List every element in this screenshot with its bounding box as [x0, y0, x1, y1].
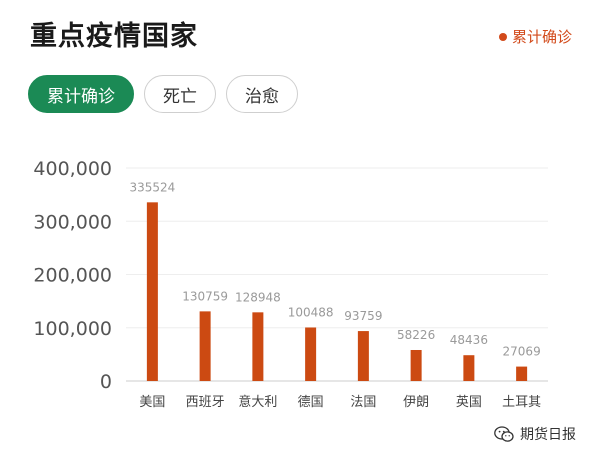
data-label: 58226: [397, 328, 435, 342]
wechat-icon: [494, 425, 514, 442]
y-tick-label: 200,000: [33, 265, 112, 287]
bar-chart: 0 100,000 200,000 300,000 400,000 335524 美国 130…: [33, 158, 548, 410]
watermark: 期货日报: [494, 424, 576, 444]
bar: [252, 312, 264, 381]
x-tick-label: 德国: [298, 395, 324, 410]
bar: [516, 366, 528, 381]
x-tick-label: 土耳其: [502, 395, 541, 410]
y-tick-label: 0: [100, 371, 112, 393]
watermark-text: 期货日报: [520, 427, 576, 443]
data-label: 130759: [182, 289, 228, 303]
bar: [305, 327, 317, 381]
x-tick-label: 美国: [139, 395, 165, 410]
bar: [146, 202, 158, 381]
bar: [199, 311, 211, 381]
x-tick-label: 伊朗: [403, 395, 429, 410]
data-label: 335524: [129, 180, 175, 194]
data-label: 128948: [235, 290, 281, 304]
x-tick-label: 英国: [456, 395, 482, 410]
x-tick-label: 西班牙: [186, 395, 225, 410]
y-tick-label: 400,000: [33, 158, 112, 180]
x-tick-label: 法国: [350, 395, 376, 410]
data-label: 48436: [450, 333, 488, 347]
x-tick-label: 意大利: [238, 394, 277, 410]
bar: [357, 331, 369, 381]
data-label: 100488: [288, 305, 334, 319]
y-tick-label: 300,000: [33, 211, 112, 233]
data-label: 27069: [503, 345, 541, 359]
y-tick-label: 100,000: [33, 318, 112, 340]
data-label: 93759: [344, 309, 382, 323]
bar: [463, 355, 475, 381]
bar: [410, 349, 422, 381]
